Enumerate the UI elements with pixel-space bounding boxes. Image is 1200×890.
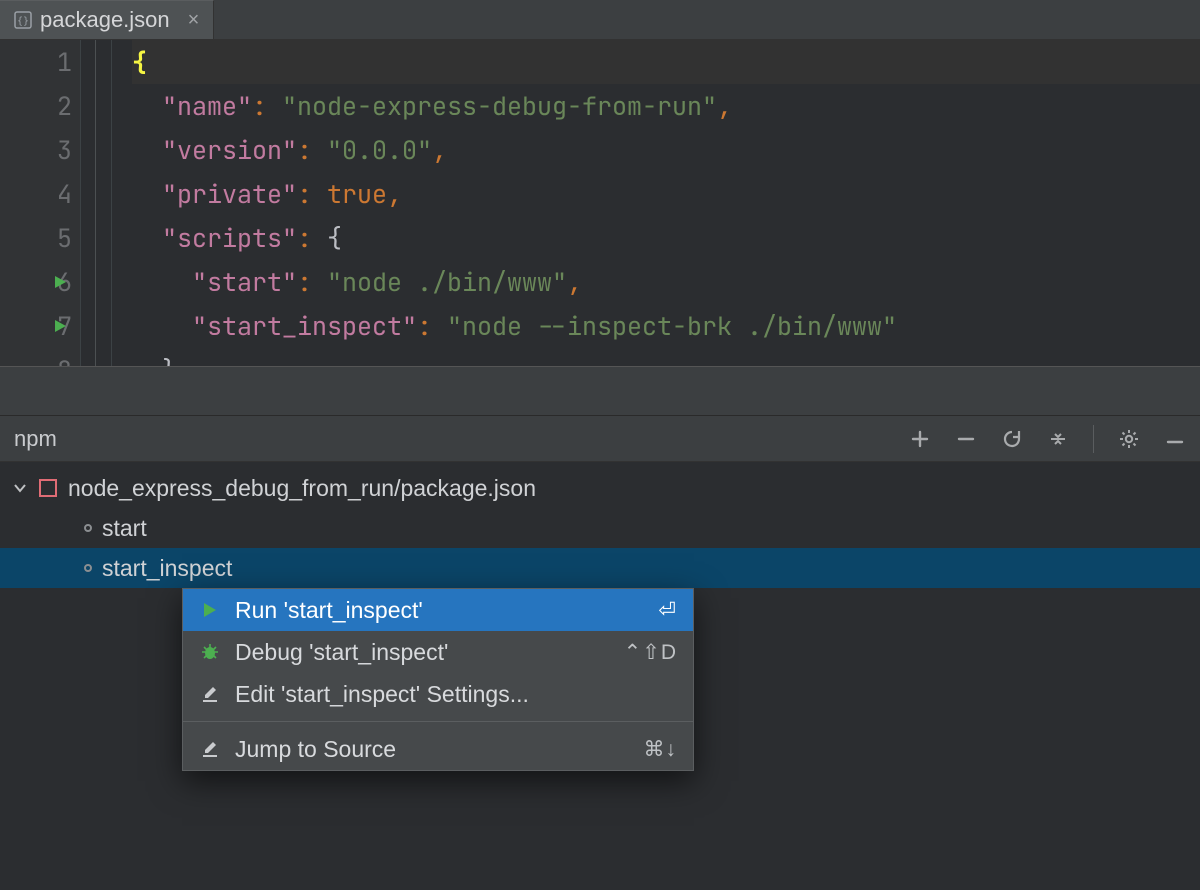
menu-item-shortcut: ⏎ <box>658 598 677 623</box>
fold-column <box>80 40 112 366</box>
chevron-down-icon <box>12 480 28 496</box>
menu-item-shortcut: ⌘↓ <box>644 737 678 762</box>
code-line[interactable]: "start_inspect": "node --inspect-brk ./b… <box>132 304 1200 348</box>
bullet-icon <box>84 564 92 572</box>
editor-tab[interactable]: {} package.json × <box>0 0 214 39</box>
menu-item-label: Debug 'start_inspect' <box>235 639 610 666</box>
code-editor[interactable]: 12345678 { "name": "node-express-debug-f… <box>0 40 1200 366</box>
menu-item-label: Run 'start_inspect' <box>235 597 644 624</box>
minimize-icon[interactable] <box>1164 428 1186 450</box>
code-line[interactable]: "scripts": { <box>132 216 1200 260</box>
menu-item-label: Edit 'start_inspect' Settings... <box>235 681 663 708</box>
gutter-line[interactable]: 8 <box>0 348 80 366</box>
gutter-line[interactable]: 4 <box>0 172 80 216</box>
gutter-line[interactable]: 7 <box>0 304 80 348</box>
add-icon[interactable] <box>909 428 931 450</box>
npm-tool-title: npm <box>14 426 909 452</box>
menu-item-label: Jump to Source <box>235 736 630 763</box>
tab-title: package.json <box>40 7 170 33</box>
splitter[interactable] <box>0 366 1200 416</box>
code-line[interactable]: "version": "0.0.0", <box>132 128 1200 172</box>
code-line[interactable]: }, <box>132 348 1200 366</box>
npm-tool-actions <box>909 425 1186 453</box>
npm-icon <box>38 478 58 498</box>
script-name: start <box>102 515 147 542</box>
code-line[interactable]: "start": "node ./bin/www", <box>132 260 1200 304</box>
code-line[interactable]: "private": true, <box>132 172 1200 216</box>
code-line[interactable]: "name": "node-express-debug-from-run", <box>132 84 1200 128</box>
remove-icon[interactable] <box>955 428 977 450</box>
close-icon[interactable]: × <box>188 9 200 32</box>
refresh-icon[interactable] <box>1001 428 1023 450</box>
gutter-line[interactable]: 3 <box>0 128 80 172</box>
gutter-line[interactable]: 1 <box>0 40 80 84</box>
play-icon <box>199 601 221 619</box>
menu-item-edit[interactable]: Edit 'start_inspect' Settings... <box>183 673 693 715</box>
context-menu: Run 'start_inspect' ⏎ Debug 'start_inspect… <box>182 588 694 771</box>
npm-scripts-tree: node_express_debug_from_run/package.json… <box>0 462 1200 588</box>
run-gutter-icon[interactable] <box>52 274 68 290</box>
gutter-line[interactable]: 6 <box>0 260 80 304</box>
menu-item-run[interactable]: Run 'start_inspect' ⏎ <box>183 589 693 631</box>
menu-separator <box>183 721 693 722</box>
npm-tool-header: npm <box>0 416 1200 462</box>
script-name: start_inspect <box>102 555 232 582</box>
menu-item-shortcut: ⌃⇧D <box>624 640 677 665</box>
npm-script-item[interactable]: start <box>0 508 1200 548</box>
gear-icon[interactable] <box>1118 428 1140 450</box>
menu-item-jump[interactable]: Jump to Source ⌘↓ <box>183 728 693 770</box>
json-icon: {} <box>14 11 32 29</box>
menu-item-debug[interactable]: Debug 'start_inspect' ⌃⇧D <box>183 631 693 673</box>
svg-text:{}: {} <box>17 16 29 27</box>
gutter: 12345678 <box>0 40 80 366</box>
pencil-icon <box>199 684 221 704</box>
run-gutter-icon[interactable] <box>52 318 68 334</box>
divider <box>1093 425 1094 453</box>
code-area[interactable]: { "name": "node-express-debug-from-run",… <box>112 40 1200 366</box>
npm-script-item[interactable]: start_inspect <box>0 548 1200 588</box>
pencil-icon <box>199 739 221 759</box>
collapse-icon[interactable] <box>1047 428 1069 450</box>
gutter-line[interactable]: 2 <box>0 84 80 128</box>
bug-icon <box>199 642 221 662</box>
tree-root[interactable]: node_express_debug_from_run/package.json <box>0 468 1200 508</box>
tree-root-label: node_express_debug_from_run/package.json <box>68 475 536 502</box>
bullet-icon <box>84 524 92 532</box>
gutter-line[interactable]: 5 <box>0 216 80 260</box>
code-line[interactable]: { <box>132 40 1200 84</box>
editor-tab-bar: {} package.json × <box>0 0 1200 40</box>
